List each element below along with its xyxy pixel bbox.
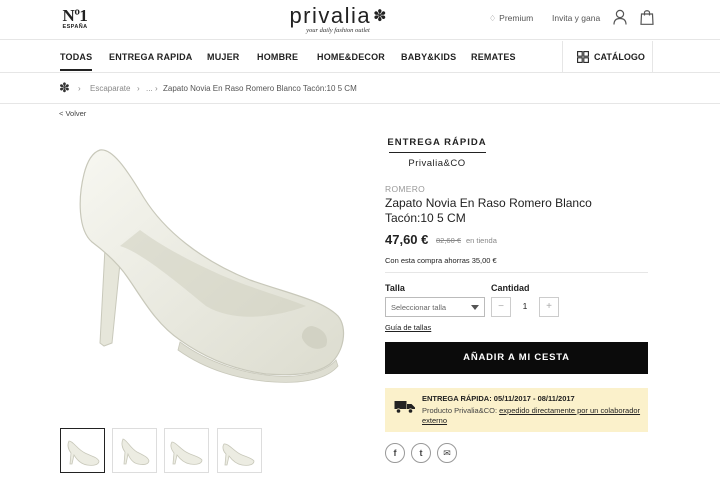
catalog-button[interactable]: CATÁLOGO: [562, 41, 653, 73]
twitter-share-button[interactable]: t: [411, 443, 431, 463]
breadcrumb-ellipsis[interactable]: ...: [146, 84, 153, 93]
grid-icon: [577, 51, 589, 63]
privalia-logo[interactable]: privalia ✽ your daily fashion outlet: [276, 3, 400, 34]
chevron-down-icon: [471, 305, 479, 310]
fast-delivery-subtitle: Privalia&CO: [408, 158, 466, 169]
price-divider: [385, 272, 648, 273]
nav-item-baby-kids[interactable]: BABY&KIDS: [401, 52, 456, 62]
nav-item-entrega-rapida[interactable]: ENTREGA RAPIDA: [109, 52, 192, 62]
chevron-right-icon: ›: [155, 84, 158, 93]
back-link[interactable]: < Volver: [59, 109, 86, 118]
breadcrumb: ✽ › Escaparate › ... › Zapato Novia En R…: [0, 74, 720, 104]
user-icon[interactable]: [613, 9, 627, 30]
size-guide-link[interactable]: Guía de tallas: [385, 323, 431, 332]
store-price: 82,60 €: [436, 236, 462, 245]
truck-icon: [394, 401, 415, 414]
delivery-divider: [389, 152, 486, 153]
product-thumbnail-2[interactable]: [112, 428, 157, 473]
chevron-right-icon: ›: [78, 84, 81, 93]
twitter-icon: t: [419, 448, 423, 458]
product-thumbnail-1[interactable]: [60, 428, 105, 473]
badge-number: Nº1: [62, 6, 88, 25]
quantity-value: 1: [522, 301, 528, 311]
badge-country: ESPAÑA: [62, 24, 88, 30]
facebook-icon: f: [393, 448, 397, 458]
delivery-dates: ENTREGA RÁPIDA: 05/11/2017 - 08/11/2017: [422, 394, 575, 403]
delivery-description-prefix: Producto Privalia&CO:: [422, 406, 500, 415]
breadcrumb-escaparate[interactable]: Escaparate: [90, 84, 130, 93]
nav-item-home-decor[interactable]: HOME&DECOR: [317, 52, 385, 62]
quantity-decrease-button[interactable]: −: [491, 297, 511, 317]
email-share-button[interactable]: ✉: [437, 443, 457, 463]
chevron-right-icon: ›: [137, 84, 140, 93]
email-icon: ✉: [443, 448, 451, 458]
nav-item-hombre[interactable]: HOMBRE: [257, 52, 298, 62]
store-price-note: en tienda: [466, 236, 497, 245]
product-thumbnail-4[interactable]: [217, 428, 262, 473]
delivery-description: Producto Privalia&CO: expedido directame…: [422, 406, 644, 426]
diamond-icon: ♢: [489, 14, 497, 23]
savings-text: Con esta compra ahorras 35,00 €: [385, 256, 497, 265]
catalog-label: CATÁLOGO: [594, 52, 645, 62]
fast-delivery-title: ENTREGA RÁPIDA: [387, 137, 487, 148]
product-main-image[interactable]: [60, 138, 350, 388]
quantity-increase-button[interactable]: +: [539, 297, 559, 317]
nav-item-remates[interactable]: REMATES: [471, 52, 516, 62]
main-nav: TODAS ENTREGA RAPIDA MUJER HOMBRE HOME&D…: [0, 41, 720, 73]
size-select[interactable]: Seleccionar talla: [385, 297, 485, 317]
number-one-spain-badge: Nº1 ESPAÑA: [60, 7, 90, 31]
size-select-value: Seleccionar talla: [391, 303, 447, 312]
breadcrumb-current: Zapato Novia En Raso Romero Blanco Tacón…: [163, 84, 357, 93]
add-to-cart-button[interactable]: AÑADIR A MI CESTA: [385, 342, 648, 374]
logo-flower-icon: ✽: [373, 8, 387, 25]
nav-item-todas[interactable]: TODAS: [60, 52, 93, 71]
product-price: 47,60 €: [385, 232, 429, 247]
product-thumbnail-3[interactable]: [164, 428, 209, 473]
product-title: Zapato Novia En Raso Romero Blanco Tacón…: [385, 196, 592, 225]
premium-label: Premium: [499, 13, 534, 23]
quantity-label: Cantidad: [491, 283, 530, 293]
size-label: Talla: [385, 283, 405, 293]
home-flower-icon[interactable]: ✽: [59, 80, 70, 96]
logo-text: privalia: [289, 3, 372, 28]
delivery-info-box: ENTREGA RÁPIDA: 05/11/2017 - 08/11/2017 …: [385, 388, 648, 432]
top-header: Nº1 ESPAÑA privalia ✽ your daily fashion …: [0, 0, 720, 40]
product-brand[interactable]: ROMERO: [385, 184, 425, 194]
invite-link[interactable]: Invita y gana: [552, 13, 600, 23]
facebook-share-button[interactable]: f: [385, 443, 405, 463]
premium-link[interactable]: ♢ Premium: [489, 13, 533, 23]
shopping-bag-icon[interactable]: [640, 9, 654, 30]
nav-item-mujer[interactable]: MUJER: [207, 52, 240, 62]
